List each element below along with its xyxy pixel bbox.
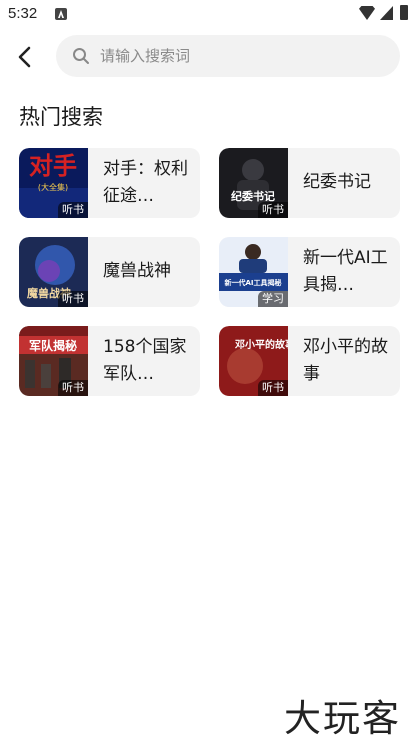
battery-icon (400, 5, 408, 20)
cover-text: 对手 (29, 152, 77, 180)
back-button[interactable] (10, 42, 40, 72)
media-badge: 听书 (258, 380, 288, 396)
hot-search-item[interactable]: 新一代AI工具揭秘 学习 新一代AI工具揭… (219, 237, 400, 307)
search-icon (73, 48, 89, 64)
cover-image: 纪委书记 听书 (219, 148, 288, 218)
cover-text: 邓小平的故事 (234, 338, 288, 351)
media-badge: 听书 (258, 202, 288, 218)
media-badge: 听书 (58, 202, 88, 218)
cover-text: 军队揭秘 (29, 338, 77, 353)
status-time: 5:32 (8, 5, 38, 22)
hot-search-item[interactable]: 邓小平的故事 听书 邓小平的故事 (219, 326, 400, 396)
item-title: 158个国家军队… (103, 337, 187, 384)
cover-image: 新一代AI工具揭秘 学习 (219, 237, 288, 307)
media-badge: 听书 (58, 291, 88, 307)
section-title: 热门搜索 (19, 105, 103, 129)
watermark-logo: 大玩客 (284, 697, 401, 740)
cover-image: 军队揭秘 听书 (19, 326, 88, 396)
item-title: 魔兽战神 (103, 261, 171, 281)
search-box[interactable] (56, 35, 400, 77)
hot-search-item[interactable]: 军队揭秘 听书 158个国家军队… (19, 326, 200, 396)
item-title: 纪委书记 (303, 172, 371, 192)
chevron-left-icon (18, 46, 31, 68)
item-title: 邓小平的故事 (303, 337, 388, 384)
item-title: 新一代AI工具揭… (303, 248, 388, 295)
hot-search-item[interactable]: 魔兽战神 听书 魔兽战神 (19, 237, 200, 307)
cover-text: 新一代AI工具揭秘 (224, 278, 281, 287)
hot-search-item[interactable]: 纪委书记 听书 纪委书记 (219, 148, 400, 218)
search-header (0, 34, 419, 80)
cover-image: 对手 (大全集) 听书 (19, 148, 88, 218)
media-badge: 学习 (258, 291, 288, 307)
cover-text: 纪委书记 (231, 189, 275, 203)
notification-icon (55, 8, 67, 20)
cover-subtext: (大全集) (38, 182, 68, 192)
search-input[interactable] (100, 35, 390, 77)
status-bar: 5:32 (0, 0, 419, 30)
item-title: 对手：权利征途… (103, 159, 188, 206)
signal-icon (380, 6, 393, 20)
media-badge: 听书 (58, 380, 88, 396)
hot-search-item[interactable]: 对手 (大全集) 听书 对手：权利征途… (19, 148, 200, 218)
cover-image: 魔兽战神 听书 (19, 237, 88, 307)
wifi-icon (359, 6, 375, 20)
cover-image: 邓小平的故事 听书 (219, 326, 288, 396)
